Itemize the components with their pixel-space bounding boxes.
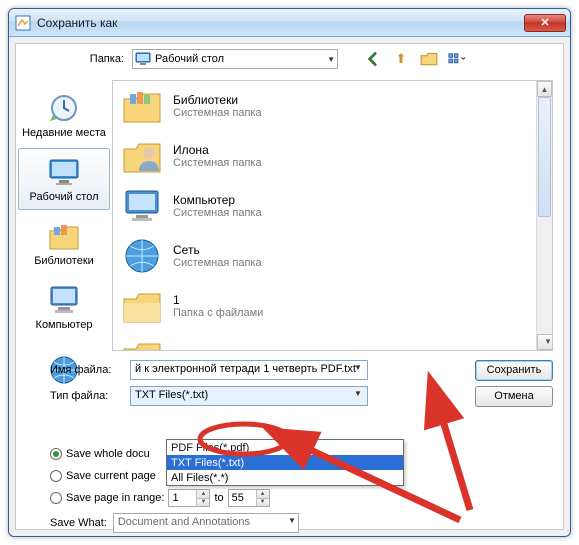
- save-button[interactable]: Сохранить: [475, 360, 553, 381]
- chevron-down-icon: ▼: [351, 363, 365, 372]
- vertical-scrollbar[interactable]: ▲ ▼: [536, 81, 552, 350]
- folder-label: Папка:: [76, 53, 124, 65]
- folder-value: Рабочий стол: [155, 53, 224, 65]
- file-row[interactable]: 1Папка с файлами: [113, 281, 536, 331]
- folder-combo[interactable]: Рабочий стол ▼: [132, 49, 338, 69]
- file-name: Илона: [173, 143, 262, 157]
- folder-icon: [121, 335, 163, 350]
- filename-value: й к электронной тетради 1 четверть PDF.t…: [135, 363, 356, 375]
- toolbar: ⬆: [364, 50, 466, 68]
- folder-icon: [121, 285, 163, 327]
- filename-field[interactable]: й к электронной тетради 1 четверть PDF.t…: [130, 360, 368, 380]
- place-computer[interactable]: Компьютер: [18, 276, 110, 338]
- file-subtitle: Системная папка: [173, 257, 262, 269]
- filename-label: Имя файла:: [26, 364, 122, 376]
- place-label: Недавние места: [22, 127, 106, 139]
- close-button[interactable]: ✕: [524, 14, 566, 32]
- file-row[interactable]: ИлонаСистемная папка: [113, 131, 536, 181]
- new-folder-icon[interactable]: [420, 50, 438, 68]
- file-row[interactable]: СетьСистемная папка: [113, 231, 536, 281]
- app-icon: [15, 15, 31, 31]
- radio-icon: [50, 470, 62, 482]
- place-desktop[interactable]: Рабочий стол: [18, 148, 110, 210]
- file-name: Компьютер: [173, 193, 262, 207]
- filetype-value: TXT Files(*.txt): [135, 389, 208, 401]
- scroll-thumb[interactable]: [538, 97, 551, 217]
- bottom-panel: Имя файла: й к электронной тетради 1 чет…: [16, 351, 563, 529]
- up-icon[interactable]: ⬆: [392, 50, 410, 68]
- place-libraries[interactable]: Библиотеки: [18, 212, 110, 274]
- close-icon: ✕: [540, 16, 549, 29]
- file-name: 1111: [173, 349, 197, 350]
- cancel-button[interactable]: Отмена: [475, 386, 553, 407]
- place-label: Рабочий стол: [29, 191, 98, 203]
- chevron-down-icon: ▼: [288, 516, 296, 525]
- desktop-icon: [47, 155, 81, 189]
- file-name: 1: [173, 293, 263, 307]
- chevron-down-icon: ▼: [327, 55, 335, 64]
- network-icon: [121, 235, 163, 277]
- radio-icon: [50, 492, 62, 504]
- computer-icon: [47, 283, 81, 317]
- filetype-label: Тип файла:: [26, 390, 122, 402]
- desktop-icon: [135, 51, 151, 67]
- file-subtitle: Папка с файлами: [173, 307, 263, 319]
- file-row[interactable]: БиблиотекиСистемная папка: [113, 81, 536, 131]
- libraries-icon: [47, 219, 81, 253]
- views-icon[interactable]: [448, 50, 466, 68]
- place-recent[interactable]: Недавние места: [18, 84, 110, 146]
- save-as-dialog: Сохранить как ✕ Папка: Рабочий стол ▼ ⬆: [8, 8, 571, 537]
- back-icon[interactable]: [364, 50, 382, 68]
- recent-icon: [47, 91, 81, 125]
- file-row[interactable]: КомпьютерСистемная папка: [113, 181, 536, 231]
- radio-icon: [50, 448, 62, 460]
- place-label: Компьютер: [36, 319, 93, 331]
- chevron-down-icon: ▼: [351, 389, 365, 398]
- file-subtitle: Системная папка: [173, 207, 262, 219]
- file-subtitle: Системная папка: [173, 107, 262, 119]
- place-label: Библиотеки: [34, 255, 94, 267]
- filetype-dropdown[interactable]: PDF Files(*.pdf)TXT Files(*.txt)All File…: [166, 439, 404, 486]
- filetype-field[interactable]: TXT Files(*.txt) ▼: [130, 386, 368, 406]
- computer-icon: [121, 185, 163, 227]
- window-title: Сохранить как: [37, 16, 524, 30]
- range-from-spin[interactable]: 1 ▲▼: [168, 489, 210, 507]
- scroll-up-arrow[interactable]: ▲: [537, 81, 552, 97]
- filetype-option[interactable]: TXT Files(*.txt): [167, 455, 403, 470]
- titlebar[interactable]: Сохранить как ✕: [9, 9, 570, 37]
- file-row[interactable]: 1111: [113, 331, 536, 350]
- libraries-icon: [121, 85, 163, 127]
- file-name: Сеть: [173, 243, 262, 257]
- places-bar: Недавние места Рабочий стол Библиотеки Комп…: [16, 80, 112, 351]
- save-what-field[interactable]: Document and Annotations ▼: [113, 513, 299, 533]
- save-what-label: Save What:: [50, 517, 107, 529]
- save-range-radio[interactable]: Save page in range: 1 ▲▼ to 55 ▲▼: [50, 489, 553, 507]
- range-to-spin[interactable]: 55 ▲▼: [228, 489, 270, 507]
- filetype-option[interactable]: PDF Files(*.pdf): [167, 440, 403, 455]
- dialog-body: Папка: Рабочий стол ▼ ⬆ Недавние места Ра…: [15, 43, 564, 530]
- filetype-option[interactable]: All Files(*.*): [167, 470, 403, 485]
- user-icon: [121, 135, 163, 177]
- file-list-area: БиблиотекиСистемная папкаИлонаСистемная …: [112, 80, 553, 351]
- file-list[interactable]: БиблиотекиСистемная папкаИлонаСистемная …: [113, 81, 536, 350]
- file-subtitle: Системная папка: [173, 157, 262, 169]
- folder-row: Папка: Рабочий стол ▼ ⬆: [16, 44, 563, 74]
- scroll-down-arrow[interactable]: ▼: [537, 334, 553, 350]
- file-name: Библиотеки: [173, 93, 262, 107]
